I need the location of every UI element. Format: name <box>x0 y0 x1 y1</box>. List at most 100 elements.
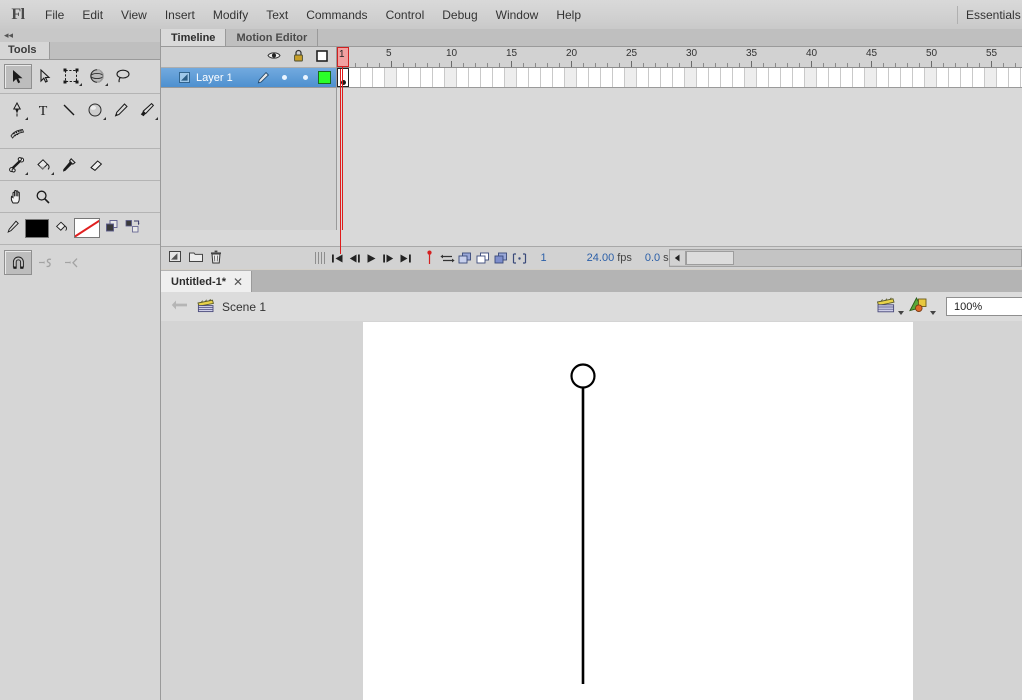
play-icon[interactable] <box>363 248 380 268</box>
frame-cell[interactable] <box>385 68 397 87</box>
frame-cell[interactable] <box>349 68 361 87</box>
frame-cell[interactable] <box>541 68 553 87</box>
canvas-work-area[interactable] <box>161 321 1022 700</box>
frame-cell[interactable] <box>805 68 817 87</box>
scrollbar-thumb[interactable] <box>685 251 734 265</box>
zoom-magnifier-icon[interactable] <box>30 185 56 208</box>
pencil-icon[interactable] <box>108 98 134 121</box>
frame-cell[interactable] <box>445 68 457 87</box>
edit-symbol-button[interactable] <box>908 296 936 317</box>
new-folder-icon[interactable] <box>189 251 203 266</box>
eyedropper-icon[interactable] <box>56 153 82 176</box>
frame-cell[interactable] <box>913 68 925 87</box>
timeline-layer-row[interactable]: Layer 1 <box>161 68 336 88</box>
stroke-color-swatch[interactable] <box>25 218 49 238</box>
fps-value[interactable]: 24.00 <box>587 252 615 264</box>
lock-icon[interactable] <box>293 49 304 65</box>
frame-cell[interactable] <box>481 68 493 87</box>
frame-cell[interactable] <box>493 68 505 87</box>
panel-resize-grip[interactable] <box>314 252 325 264</box>
timeline-horizontal-scrollbar[interactable] <box>668 249 1022 267</box>
frame-cell[interactable] <box>505 68 517 87</box>
frame-cell[interactable] <box>901 68 913 87</box>
document-tab[interactable]: Untitled-1* ✕ <box>161 271 253 292</box>
eye-icon[interactable] <box>267 50 281 64</box>
tab-motion-editor[interactable]: Motion Editor <box>226 29 319 46</box>
menu-help[interactable]: Help <box>547 4 590 26</box>
center-frame-icon[interactable] <box>421 248 439 268</box>
figure-head[interactable] <box>570 363 596 389</box>
frame-cell[interactable] <box>373 68 385 87</box>
go-to-first-frame-icon[interactable] <box>329 248 346 268</box>
frame-cell[interactable] <box>457 68 469 87</box>
stick-figure-drawing[interactable] <box>363 322 913 700</box>
brush-icon[interactable] <box>134 98 160 121</box>
loop-icon[interactable] <box>439 248 457 268</box>
step-forward-one-frame-icon[interactable] <box>380 248 397 268</box>
paint-bucket-icon[interactable] <box>30 153 56 176</box>
menu-edit[interactable]: Edit <box>73 4 112 26</box>
frame-cell[interactable] <box>361 68 373 87</box>
stage[interactable] <box>363 322 913 700</box>
black-and-white-icon[interactable] <box>105 219 120 237</box>
layer-name-label[interactable]: Layer 1 <box>190 72 257 84</box>
lasso-icon[interactable] <box>110 64 136 87</box>
frame-cell[interactable] <box>397 68 409 87</box>
new-layer-icon[interactable] <box>169 250 182 266</box>
frame-cell[interactable] <box>529 68 541 87</box>
chevron-down-icon[interactable] <box>898 311 904 315</box>
scroll-left-arrow-icon[interactable] <box>669 251 686 265</box>
outline-square-icon[interactable] <box>316 49 328 65</box>
scene-name-label[interactable]: Scene 1 <box>215 300 266 314</box>
onion-skin-outlines-icon[interactable] <box>475 248 493 268</box>
frame-cell[interactable] <box>865 68 877 87</box>
frame-cell[interactable] <box>685 68 697 87</box>
pencil-edit-icon[interactable] <box>257 71 282 84</box>
keyframe-cell-1[interactable] <box>337 68 349 87</box>
layer-lock-dot[interactable] <box>303 75 308 80</box>
smooth-icon[interactable] <box>32 251 58 274</box>
close-icon[interactable]: ✕ <box>233 275 243 289</box>
selection-arrow-icon[interactable] <box>4 64 32 89</box>
menu-file[interactable]: File <box>36 4 73 26</box>
frame-cell[interactable] <box>409 68 421 87</box>
frame-cell[interactable] <box>661 68 673 87</box>
frame-cell[interactable] <box>697 68 709 87</box>
subselection-arrow-icon[interactable] <box>32 64 58 87</box>
frame-cell[interactable] <box>553 68 565 87</box>
frame-cell[interactable] <box>985 68 997 87</box>
fill-color-swatch[interactable] <box>74 218 100 238</box>
frame-cell[interactable] <box>829 68 841 87</box>
frame-cell[interactable] <box>433 68 445 87</box>
step-back-one-frame-icon[interactable] <box>346 248 363 268</box>
pen-icon[interactable] <box>4 98 30 121</box>
go-to-last-frame-icon[interactable] <box>397 248 414 268</box>
menu-control[interactable]: Control <box>377 4 434 26</box>
frame-cell[interactable] <box>949 68 961 87</box>
swap-colors-icon[interactable] <box>125 219 141 237</box>
menu-view[interactable]: View <box>112 4 156 26</box>
bone-icon[interactable] <box>4 153 30 176</box>
frame-cell[interactable] <box>757 68 769 87</box>
deco-icon[interactable] <box>4 121 30 144</box>
tab-tools[interactable]: Tools <box>0 42 50 59</box>
frame-cell[interactable] <box>637 68 649 87</box>
tab-timeline[interactable]: Timeline <box>161 29 227 46</box>
frame-cell[interactable] <box>1009 68 1021 87</box>
collapse-panel-icon[interactable]: ◂◂ <box>0 29 160 42</box>
frame-cell[interactable] <box>853 68 865 87</box>
frame-cell[interactable] <box>517 68 529 87</box>
frame-cell[interactable] <box>709 68 721 87</box>
frame-cell[interactable] <box>961 68 973 87</box>
delete-layer-icon[interactable] <box>210 250 222 267</box>
frame-cell[interactable] <box>817 68 829 87</box>
back-arrow-icon[interactable] <box>171 298 197 315</box>
layer-visibility-dot[interactable] <box>282 75 287 80</box>
zoom-level-field[interactable]: 100% <box>946 297 1022 316</box>
frame-cell[interactable] <box>721 68 733 87</box>
menu-window[interactable]: Window <box>487 4 548 26</box>
frame-cell[interactable] <box>613 68 625 87</box>
frame-cell[interactable] <box>793 68 805 87</box>
frame-ruler[interactable]: 15101520253035404550556065707580851 <box>337 47 1022 68</box>
frame-cell[interactable] <box>649 68 661 87</box>
